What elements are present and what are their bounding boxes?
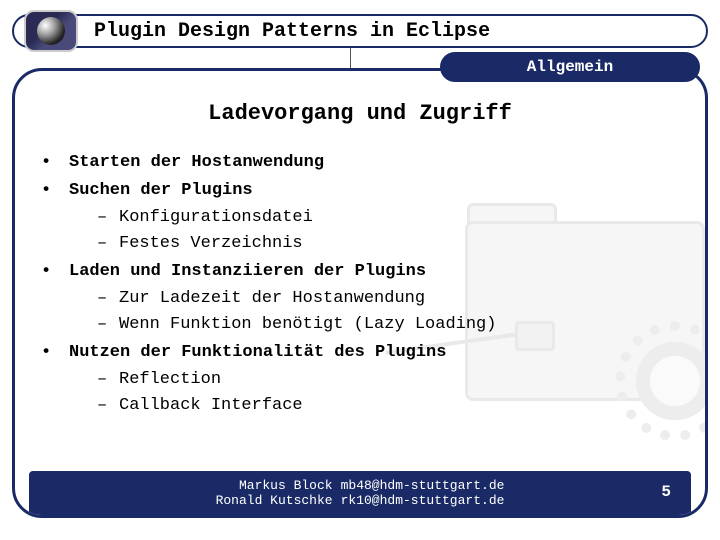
sub-bullet-text: Festes Verzeichnis	[119, 234, 303, 253]
sub-bullet-text: Konfigurationsdatei	[119, 208, 313, 227]
content-frame: Ladevorgang und Zugriff •Starten der Hos…	[12, 68, 708, 518]
bullet-content: •Starten der Hostanwendung •Suchen der P…	[41, 150, 679, 419]
bullet-text: Laden und Instanziieren der Plugins	[69, 259, 426, 285]
bullet-text: Starten der Hostanwendung	[69, 150, 324, 176]
sub-bullet-text: Callback Interface	[119, 396, 303, 415]
bullet-text: Nutzen der Funktionalität des Plugins	[69, 340, 446, 366]
footer-authors: Markus Block Ronald Kutschke	[216, 478, 333, 508]
eclipse-logo-icon	[24, 10, 78, 52]
presentation-title: Plugin Design Patterns in Eclipse	[94, 20, 490, 43]
sub-bullet-text: Wenn Funktion benötigt (Lazy Loading)	[119, 315, 496, 334]
sub-bullet-text: Reflection	[119, 370, 221, 389]
section-label: Allgemein	[527, 58, 613, 76]
header-bar: Plugin Design Patterns in Eclipse	[12, 14, 708, 48]
page-number: 5	[661, 483, 671, 501]
bullet-text: Suchen der Plugins	[69, 178, 253, 204]
connector-line	[350, 48, 351, 68]
slide-heading: Ladevorgang und Zugriff	[41, 101, 679, 126]
section-badge: Allgemein	[440, 52, 700, 82]
sub-bullet-text: Zur Ladezeit der Hostanwendung	[119, 289, 425, 308]
footer-emails: mb48@hdm-stuttgart.de rk10@hdm-stuttgart…	[341, 478, 505, 508]
footer-bar: Markus Block Ronald Kutschke mb48@hdm-st…	[29, 471, 691, 515]
